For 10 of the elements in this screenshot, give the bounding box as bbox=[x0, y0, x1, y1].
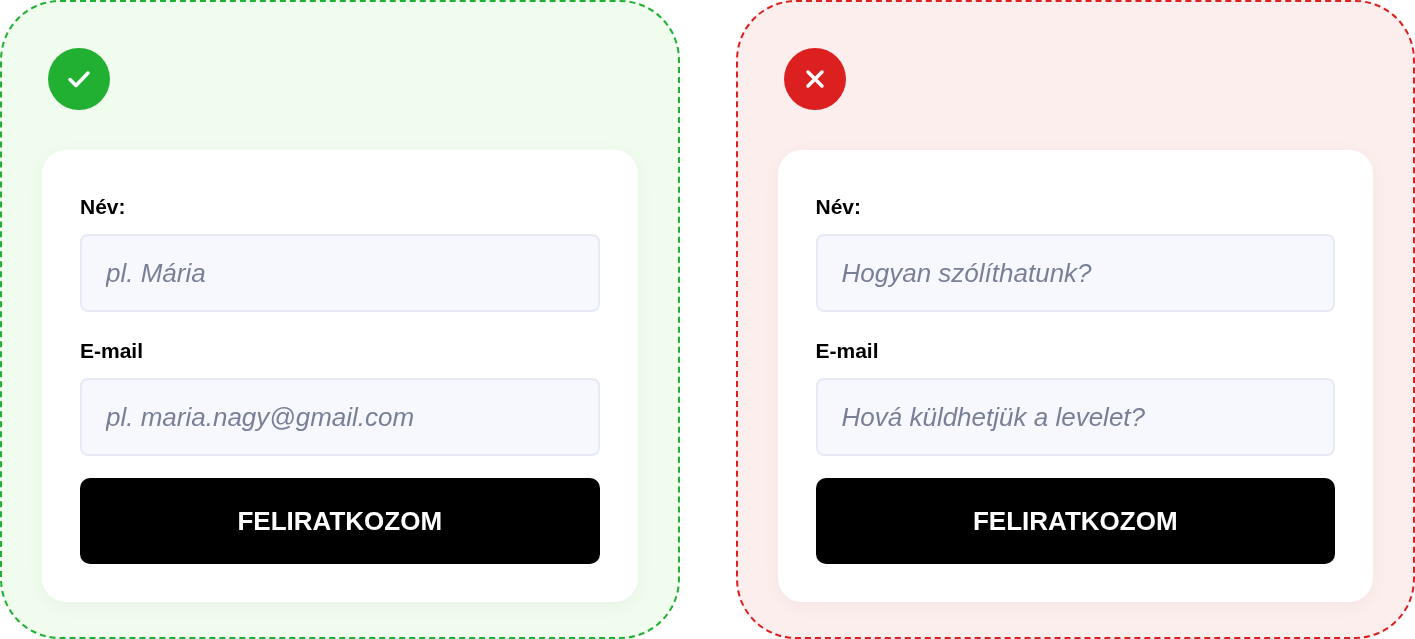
field-label: Név: bbox=[80, 194, 127, 220]
field-label: Név: bbox=[815, 194, 863, 220]
field-label: E-mail bbox=[80, 338, 145, 364]
subscribe-button[interactable]: FELIRATKOZOM bbox=[815, 478, 1335, 564]
input-field[interactable]: Hová küldhetjük a levelet? bbox=[815, 378, 1335, 456]
field-label: E-mail bbox=[815, 338, 880, 364]
subscribe-button[interactable]: FELIRATKOZOM bbox=[80, 478, 600, 564]
input-field[interactable]: Hogyan szólíthatunk? bbox=[815, 234, 1335, 312]
input-field[interactable]: pl. maria.nagy@gmail.com bbox=[80, 378, 600, 456]
input-field[interactable]: pl. Mária bbox=[80, 234, 600, 312]
